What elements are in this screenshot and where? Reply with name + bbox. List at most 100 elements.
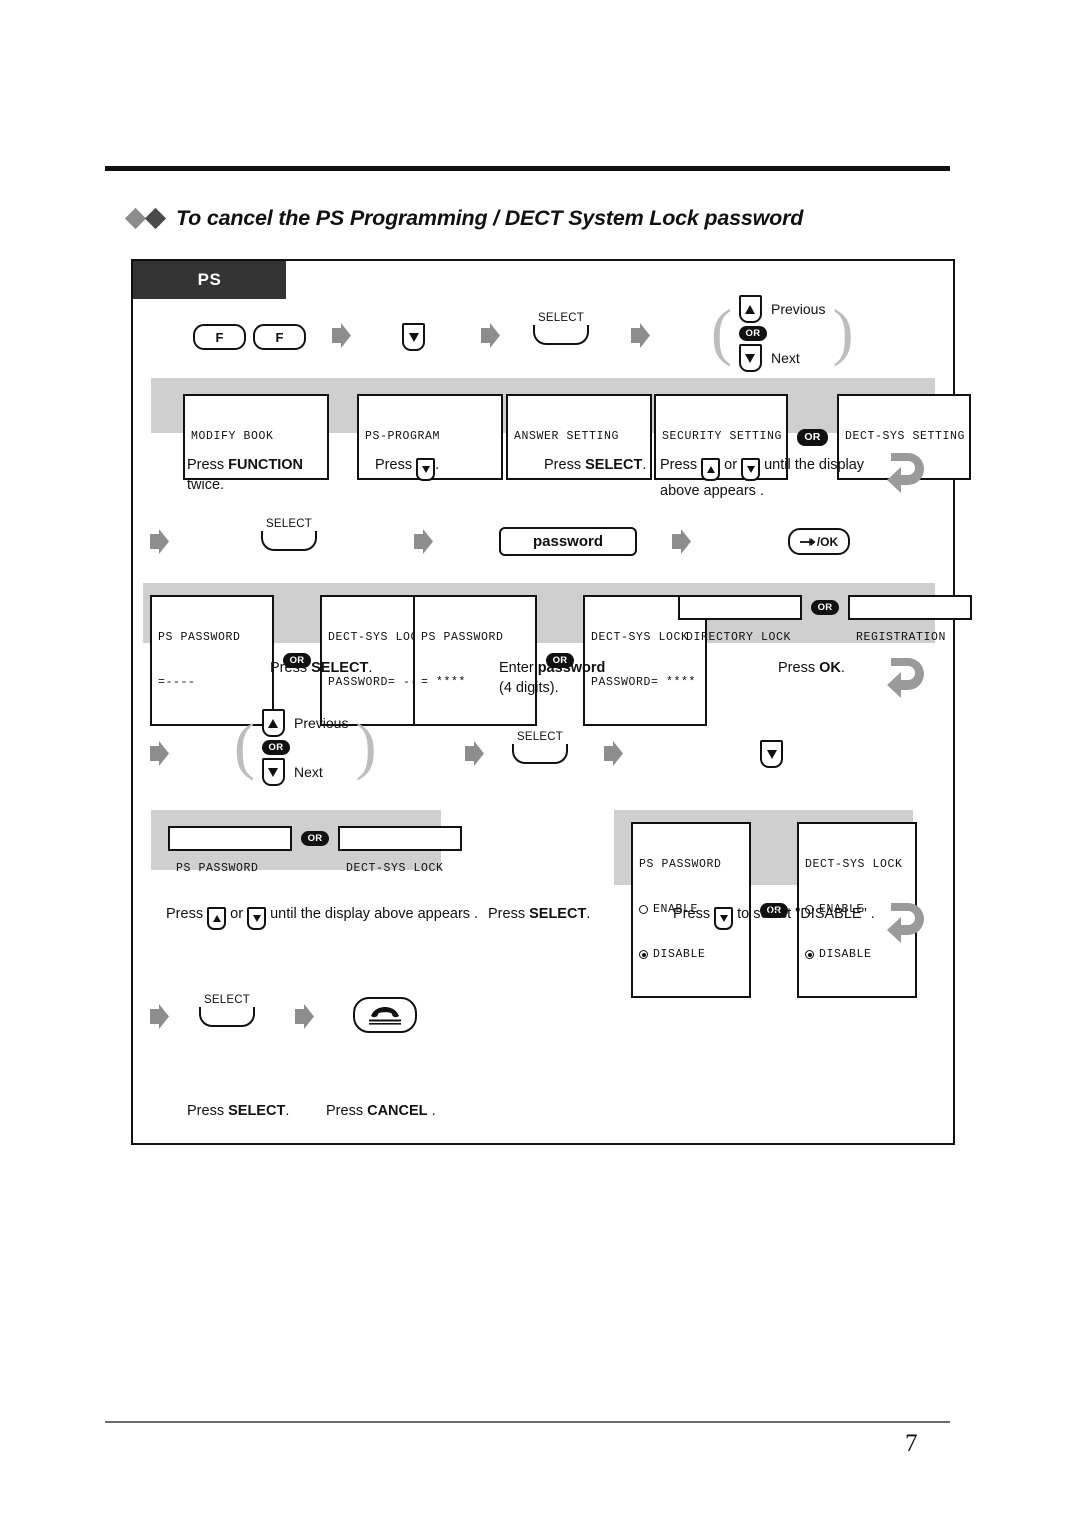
- instruction-text: Press or until the display above appears…: [166, 904, 478, 930]
- flow-arrow-icon: [150, 1004, 169, 1029]
- nav-down-key[interactable]: [741, 458, 761, 481]
- select-softkey[interactable]: SELECT: [512, 731, 568, 764]
- next-row[interactable]: Next: [738, 344, 800, 372]
- wrap-return-arrow-icon: [887, 903, 924, 943]
- flow-arrow-icon: [672, 529, 691, 554]
- handset-onhook-icon: [369, 1006, 401, 1025]
- or-label: OR: [817, 602, 833, 613]
- panel-tab-ps: PS: [133, 261, 286, 299]
- cancel-button[interactable]: [353, 997, 417, 1033]
- lcd-display: REGISTRATION: [848, 595, 972, 644]
- lcd-display-or-group: PS PASSWORD OR DECT-SYS LOCK: [168, 826, 462, 875]
- next-label: Next: [770, 350, 800, 366]
- select-bold: SELECT: [228, 1103, 286, 1119]
- nav-down-key[interactable]: [261, 758, 285, 786]
- or-badge: OR: [261, 740, 290, 755]
- triangle-down-icon: [745, 353, 756, 363]
- lcd-display: DIRECTORY LOCK: [678, 595, 802, 644]
- instruction-text: Press to select "DISABLE" .: [673, 904, 875, 930]
- instruction-text: Press OK.: [778, 658, 845, 678]
- lcd-line: =----: [158, 676, 196, 689]
- previous-label: Previous: [293, 715, 349, 731]
- select-softkey-label: SELECT: [266, 518, 312, 530]
- wrap-return-arrow-icon: [887, 453, 924, 493]
- lcd-display: DECT-SYS LOCK: [338, 826, 462, 875]
- select-softkey-label: SELECT: [204, 994, 250, 1006]
- softkey-cap[interactable]: [261, 531, 317, 551]
- or-label: OR: [804, 431, 821, 443]
- or-label: OR: [307, 833, 323, 844]
- diamond-icon: [124, 207, 147, 230]
- previous-next-group[interactable]: ( Previous OR Next ): [234, 709, 376, 786]
- cancel-bold: CANCEL: [367, 1103, 428, 1119]
- radio-unselected-icon: [639, 905, 648, 914]
- press-word: Press: [375, 457, 413, 473]
- softkey-cap[interactable]: [199, 1007, 255, 1027]
- function-key-2[interactable]: F: [253, 324, 306, 350]
- period: .: [368, 660, 373, 676]
- lcd-display: PS PASSWORD: [168, 826, 292, 875]
- or-badge: OR: [811, 600, 839, 615]
- triangle-down-icon: [408, 332, 419, 342]
- triangle-up-icon: [706, 466, 715, 473]
- lcd-line: DECT-SYS LOCK: [591, 631, 689, 644]
- period: .: [431, 1103, 436, 1119]
- page-number: 7: [905, 1430, 918, 1457]
- password-button-label: password: [532, 533, 604, 550]
- select-softkey[interactable]: SELECT: [199, 994, 255, 1027]
- select-bold: SELECT: [311, 660, 369, 676]
- lcd-line: DECT-SYS SETTING: [845, 430, 966, 443]
- triangle-down-icon: [268, 767, 279, 777]
- flow-arrow-icon: [332, 323, 351, 348]
- lcd-line: REGISTRATION: [856, 631, 947, 644]
- softkey-cap[interactable]: [512, 744, 568, 764]
- nav-up-key[interactable]: [207, 907, 227, 930]
- press-word: Press: [166, 906, 204, 922]
- function-key-label: F: [215, 329, 224, 345]
- softkey-cap[interactable]: [533, 325, 589, 345]
- document-page: To cancel the PS Programming / DECT Syst…: [0, 0, 1080, 1528]
- function-key-label: F: [275, 329, 284, 345]
- nav-down-key[interactable]: [416, 458, 436, 481]
- select-softkey[interactable]: SELECT: [533, 312, 589, 345]
- nav-down-key[interactable]: [402, 323, 425, 351]
- lcd-option-disable: DISABLE: [639, 947, 743, 962]
- function-bold: FUNCTION: [228, 457, 304, 473]
- nav-down-key[interactable]: [760, 740, 783, 768]
- or-word: or: [230, 906, 244, 922]
- period: .: [642, 457, 647, 473]
- previous-row[interactable]: Previous: [738, 295, 825, 323]
- nav-down-key[interactable]: [714, 907, 734, 930]
- nav-up-key[interactable]: [261, 709, 285, 737]
- press-word: Press: [326, 1103, 364, 1119]
- wrap-return-arrow-icon: [887, 658, 924, 698]
- select-softkey[interactable]: SELECT: [261, 518, 317, 551]
- page-title: To cancel the PS Programming / DECT Syst…: [124, 206, 803, 231]
- instruction-text: Press CANCEL .: [326, 1101, 436, 1121]
- nav-down-key[interactable]: [738, 344, 762, 372]
- password-button[interactable]: password: [499, 527, 637, 556]
- instruction-text: Press SELECT.: [187, 1101, 289, 1121]
- nav-down-key[interactable]: [247, 907, 267, 930]
- instruction-text: Press SELECT.: [488, 904, 590, 924]
- lcd-line: DECT-SYS LOCK: [346, 862, 444, 875]
- triangle-down-icon: [746, 466, 755, 473]
- function-key-group[interactable]: F F: [193, 324, 306, 350]
- previous-next-group[interactable]: ( Previous OR Next ): [711, 295, 853, 372]
- previous-row[interactable]: Previous: [261, 709, 349, 737]
- period: .: [586, 906, 591, 922]
- nav-up-key[interactable]: [738, 295, 762, 323]
- function-key-1[interactable]: F: [193, 324, 246, 350]
- press-word: Press: [187, 457, 225, 473]
- ok-bold: OK: [819, 660, 841, 676]
- instruction-text: Enter password (4 digits).: [499, 658, 649, 698]
- flow-arrow-icon: [631, 323, 650, 348]
- select-bold: SELECT: [529, 906, 587, 922]
- diamond-icon: [144, 207, 167, 230]
- press-word: Press: [660, 457, 698, 473]
- ok-button[interactable]: /OK: [788, 528, 850, 555]
- press-word: Press: [544, 457, 582, 473]
- nav-up-key[interactable]: [701, 458, 721, 481]
- lcd-line: SECURITY SETTING: [662, 430, 783, 443]
- next-row[interactable]: Next: [261, 758, 323, 786]
